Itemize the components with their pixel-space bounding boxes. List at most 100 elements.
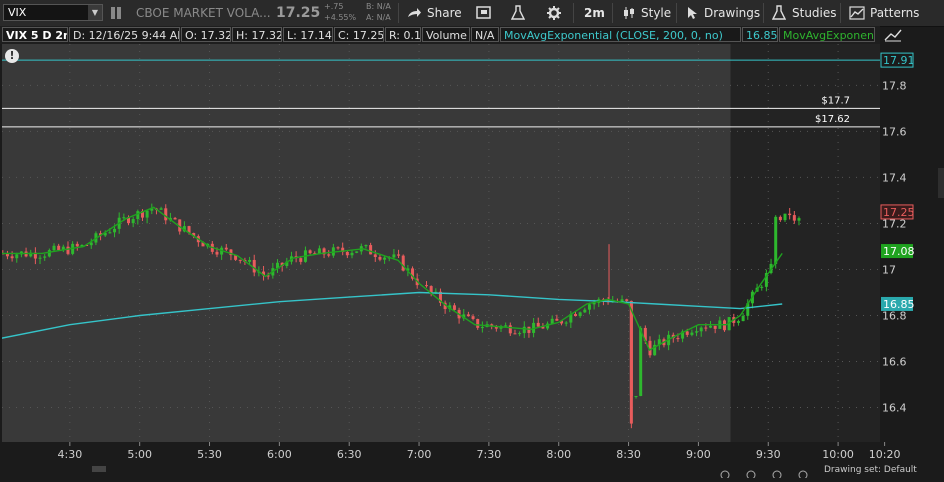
zoom-reset-icon[interactable]: [746, 463, 758, 482]
price-level-label: $17.62: [815, 114, 850, 125]
flag-icon[interactable]: [476, 0, 492, 26]
time-tick-label: 9:00: [686, 448, 711, 461]
candle-body: [108, 232, 112, 234]
candle-body: [778, 216, 782, 221]
timeframe-selector[interactable]: 2m: [584, 0, 605, 26]
candle-body: [522, 326, 526, 334]
studies-button[interactable]: Studies: [772, 0, 837, 26]
candle-body: [52, 245, 56, 251]
chart-collapse-icon[interactable]: [884, 27, 902, 43]
candle-body: [550, 318, 554, 324]
time-tick-label: 5:30: [197, 448, 222, 461]
change-percent: +4.55%: [324, 13, 357, 22]
candle-body: [685, 331, 689, 335]
bar-range: R: 0.18: [385, 27, 421, 42]
drawing-set-label[interactable]: Drawing set: Default: [824, 465, 917, 475]
candle-body: [555, 318, 559, 321]
time-tick-label: 10:00: [822, 448, 854, 461]
candle-body: [564, 322, 568, 324]
regular-session-region: [730, 44, 880, 442]
candle-body: [122, 217, 126, 219]
candle-body: [792, 215, 796, 221]
candle-body: [536, 322, 540, 327]
candle-body: [364, 245, 368, 247]
candle-body: [164, 208, 168, 221]
style-label: Style: [641, 6, 672, 20]
candle-body: [471, 316, 475, 319]
time-tick-label: 4:30: [57, 448, 82, 461]
alert-icon[interactable]: !: [5, 49, 19, 63]
candle-body: [620, 299, 624, 302]
time-tick-label: 7:30: [477, 448, 502, 461]
candle-body: [159, 208, 163, 210]
flask-icon[interactable]: [511, 0, 525, 26]
time-scrollbar[interactable]: [92, 466, 106, 472]
time-tick-label: 6:30: [337, 448, 362, 461]
candle-body: [336, 247, 340, 249]
candle-body: [238, 259, 242, 261]
chart-label: VIX 5 D 2m: [2, 27, 68, 42]
bar-date: D: 12/16/25 9:44 AM: [69, 27, 180, 42]
ask-value: A: N/A: [366, 13, 391, 22]
candle-body: [513, 333, 517, 335]
gear-icon[interactable]: [546, 0, 562, 26]
instrument-name: CBOE MARKET VOLA...: [136, 6, 271, 20]
candle-body: [783, 213, 787, 221]
candle-body: [709, 325, 713, 328]
time-tick-label: 5:00: [127, 448, 152, 461]
time-tick-label: 9:30: [756, 448, 781, 461]
share-button[interactable]: Share: [406, 0, 462, 26]
symbol-input[interactable]: VIX ▼: [3, 4, 103, 21]
axis-scrollbar[interactable]: [938, 168, 944, 198]
patterns-icon: [849, 6, 865, 20]
price-axis[interactable]: 16.4 16.6 16.8 17 17.2 17.4 17.6 17.8 17.91 17.25…: [880, 44, 944, 442]
price-tick-label: 17.6: [882, 125, 907, 138]
candle-body: [224, 247, 228, 250]
price-tick-label: 16.8: [882, 309, 907, 322]
candle-body: [392, 254, 396, 258]
bar-close: C: 17.25: [334, 27, 384, 42]
candle-body: [378, 257, 382, 260]
ema-long-line: [2, 291, 783, 339]
patterns-button[interactable]: Patterns: [849, 0, 919, 26]
candle-body: [466, 314, 470, 317]
volume-label[interactable]: Volume: [422, 27, 470, 42]
zoom-out-icon[interactable]: [720, 463, 732, 482]
time-axis[interactable]: 4:30 5:00 5:30 6:00 6:30 7:00 7:30 8:00 8:30 9:00…: [0, 442, 944, 480]
drawings-button[interactable]: Drawings: [686, 0, 760, 26]
study-ema-short-label[interactable]: MovAvgExponential ...: [779, 27, 875, 42]
candle-body: [774, 216, 778, 264]
candle-body: [713, 325, 717, 329]
candle-body: [345, 251, 349, 256]
style-button[interactable]: Style: [622, 0, 671, 26]
chevron-down-icon[interactable]: ▼: [88, 5, 102, 20]
candle-body: [57, 245, 61, 251]
candle-body: [424, 285, 428, 287]
time-tick-label: 8:00: [546, 448, 571, 461]
candle-body: [373, 254, 377, 258]
candlestick-chart[interactable]: $17.7 $17.62: [2, 44, 880, 442]
zoom-in-icon[interactable]: [772, 463, 784, 482]
settings-dot-icon[interactable]: [798, 463, 810, 482]
patterns-label: Patterns: [870, 6, 920, 20]
candle-body: [476, 318, 480, 328]
time-tick-label: 8:30: [616, 448, 641, 461]
studies-flask-icon: [772, 5, 786, 20]
top-toolbar: VIX ▼ CBOE MARKET VOLA... 17.25 +.75 +4.…: [0, 0, 944, 27]
candle-body: [508, 325, 512, 334]
candle-body: [15, 254, 19, 259]
candle-body: [797, 218, 801, 221]
last-price: 17.25: [276, 5, 321, 21]
study-ema-long-label[interactable]: MovAvgExponential (CLOSE, 200, 0, no): [500, 27, 741, 42]
candle-body: [401, 255, 405, 271]
volume-value: N/A: [471, 27, 499, 42]
candle-body: [173, 217, 177, 220]
price-tick-label: 17.4: [882, 171, 907, 184]
price-plot-area[interactable]: $17.7 $17.62 !: [2, 44, 880, 442]
grid-icon[interactable]: [111, 0, 121, 26]
candle-body: [704, 327, 708, 329]
candle-body: [248, 259, 252, 262]
candle-body: [355, 251, 359, 253]
candle-body: [788, 213, 792, 216]
candle-body: [676, 338, 680, 340]
